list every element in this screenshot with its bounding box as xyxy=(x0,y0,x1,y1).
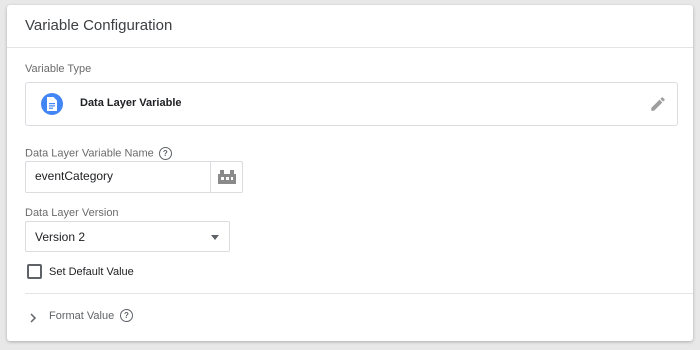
default-value-label: Set Default Value xyxy=(49,266,134,278)
dlv-name-label-row: Data Layer Variable Name? xyxy=(25,147,172,160)
variable-type-label: Variable Type xyxy=(25,63,92,75)
default-value-checkbox[interactable] xyxy=(27,264,42,279)
dl-version-selected: Version 2 xyxy=(35,230,86,244)
variable-type-name: Data Layer Variable xyxy=(80,97,182,109)
format-value-help-icon[interactable]: ? xyxy=(120,309,133,322)
chevron-right-icon xyxy=(29,310,37,328)
card-title: Variable Configuration xyxy=(25,17,173,34)
section-divider xyxy=(25,293,693,294)
document-icon xyxy=(41,93,63,115)
dlv-name-label: Data Layer Variable Name xyxy=(25,147,154,160)
variable-picker-icon xyxy=(218,170,236,184)
dl-version-select[interactable]: Version 2 xyxy=(25,221,230,252)
dlv-name-input[interactable] xyxy=(26,162,203,190)
variable-type-selector[interactable]: Data Layer Variable xyxy=(25,82,678,126)
dl-version-label: Data Layer Version xyxy=(25,207,119,219)
dropdown-arrow-icon xyxy=(211,235,219,240)
variable-picker-button[interactable] xyxy=(210,162,242,192)
dlv-name-input-group xyxy=(25,161,243,193)
card-header: Variable Configuration xyxy=(7,5,693,48)
variable-configuration-card: Variable Configuration Variable Type Dat… xyxy=(7,5,693,341)
help-icon[interactable]: ? xyxy=(158,147,172,160)
edit-pencil-icon[interactable] xyxy=(649,95,667,113)
format-value-label: Format Value xyxy=(49,310,115,322)
